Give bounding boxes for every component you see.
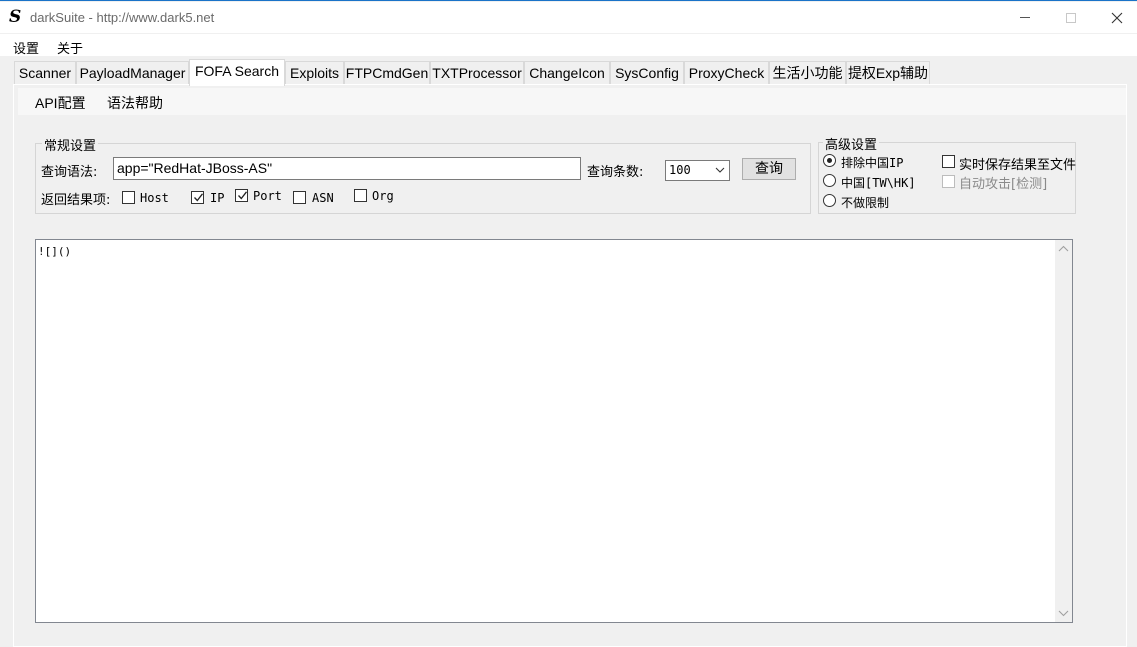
exclude-china-ip-radio[interactable] bbox=[823, 154, 836, 167]
scroll-up-icon[interactable] bbox=[1058, 245, 1069, 253]
minimize-icon bbox=[1020, 17, 1030, 18]
sub-menu-bar: API配置 语法帮助 bbox=[18, 88, 1126, 115]
count-select-value: 100 bbox=[669, 163, 691, 177]
tab-fofa-search[interactable]: FOFA Search bbox=[189, 59, 285, 86]
tab-payload-manager[interactable]: PayloadManager bbox=[76, 61, 189, 85]
tab-privesc-exp[interactable]: 提权Exp辅助 bbox=[846, 61, 930, 85]
auto-attack-label: 自动攻击[检测] bbox=[959, 177, 1048, 192]
tab-changeicon[interactable]: ChangeIcon bbox=[524, 61, 610, 85]
tab-txtprocessor[interactable]: TXTProcessor bbox=[430, 61, 524, 85]
no-limit-label: 不做限制 bbox=[841, 196, 890, 210]
chevron-down-icon bbox=[715, 167, 725, 173]
count-label: 查询条数: bbox=[587, 165, 644, 180]
no-limit-radio[interactable] bbox=[823, 194, 836, 207]
advanced-settings-title: 高级设置 bbox=[823, 134, 880, 153]
scroll-down-icon[interactable] bbox=[1058, 609, 1069, 617]
results-text: ![]() bbox=[38, 245, 72, 258]
radio-selected-dot bbox=[827, 158, 832, 163]
org-checkbox-label: Org bbox=[372, 189, 394, 203]
sub-item-api-config[interactable]: API配置 bbox=[35, 93, 86, 113]
count-select[interactable]: 100 bbox=[665, 160, 730, 181]
query-label: 查询语法: bbox=[41, 165, 98, 180]
results-textarea[interactable]: ![]() bbox=[35, 239, 1073, 623]
menu-settings[interactable]: 设置 bbox=[13, 38, 39, 57]
checkmark-icon bbox=[238, 191, 248, 200]
china-tw-hk-radio[interactable] bbox=[823, 174, 836, 187]
menu-bar: 设置 关于 bbox=[0, 34, 1137, 57]
menu-about[interactable]: 关于 bbox=[57, 38, 83, 57]
close-button[interactable] bbox=[1094, 2, 1137, 33]
maximize-icon bbox=[1066, 12, 1076, 23]
port-checkbox[interactable] bbox=[235, 189, 248, 202]
realtime-save-checkbox[interactable] bbox=[942, 155, 955, 168]
ip-checkbox[interactable] bbox=[191, 191, 204, 204]
general-settings-title: 常规设置 bbox=[42, 135, 99, 154]
tab-proxycheck[interactable]: ProxyCheck bbox=[684, 61, 769, 85]
window-title: darkSuite - http://www.dark5.net bbox=[30, 10, 215, 25]
asn-checkbox-label: ASN bbox=[312, 191, 334, 205]
port-checkbox-label: Port bbox=[253, 189, 282, 203]
minimize-button[interactable] bbox=[1002, 2, 1048, 33]
asn-checkbox[interactable] bbox=[293, 191, 306, 204]
realtime-save-label: 实时保存结果至文件 bbox=[959, 158, 1077, 173]
return-fields-label: 返回结果项: bbox=[41, 193, 111, 208]
auto-attack-checkbox bbox=[942, 175, 955, 188]
tab-ftpcmdgen[interactable]: FTPCmdGen bbox=[344, 61, 430, 85]
tab-exploits[interactable]: Exploits bbox=[285, 61, 344, 85]
results-scrollbar[interactable] bbox=[1055, 240, 1072, 622]
sub-item-syntax-help[interactable]: 语法帮助 bbox=[107, 93, 163, 113]
org-checkbox[interactable] bbox=[354, 189, 367, 202]
tab-sysconfig[interactable]: SysConfig bbox=[610, 61, 684, 85]
ip-checkbox-label: IP bbox=[210, 191, 225, 205]
maximize-button[interactable] bbox=[1048, 2, 1094, 33]
host-checkbox[interactable] bbox=[122, 191, 135, 204]
query-input[interactable]: app="RedHat-JBoss-AS" bbox=[113, 157, 581, 180]
app-window: S darkSuite - http://www.dark5.net 设置 关于… bbox=[0, 0, 1137, 647]
close-icon bbox=[1111, 12, 1123, 23]
search-button[interactable]: 查询 bbox=[742, 158, 796, 180]
app-logo-icon: S bbox=[9, 7, 22, 27]
exclude-china-ip-label: 排除中国IP bbox=[841, 156, 904, 170]
title-bar: S darkSuite - http://www.dark5.net bbox=[0, 2, 1137, 33]
tab-scanner[interactable]: Scanner bbox=[14, 61, 76, 85]
checkmark-icon bbox=[194, 193, 204, 202]
tab-life-tools[interactable]: 生活小功能 bbox=[769, 61, 846, 85]
host-checkbox-label: Host bbox=[140, 191, 169, 205]
china-tw-hk-label: 中国[TW\HK] bbox=[841, 176, 916, 190]
